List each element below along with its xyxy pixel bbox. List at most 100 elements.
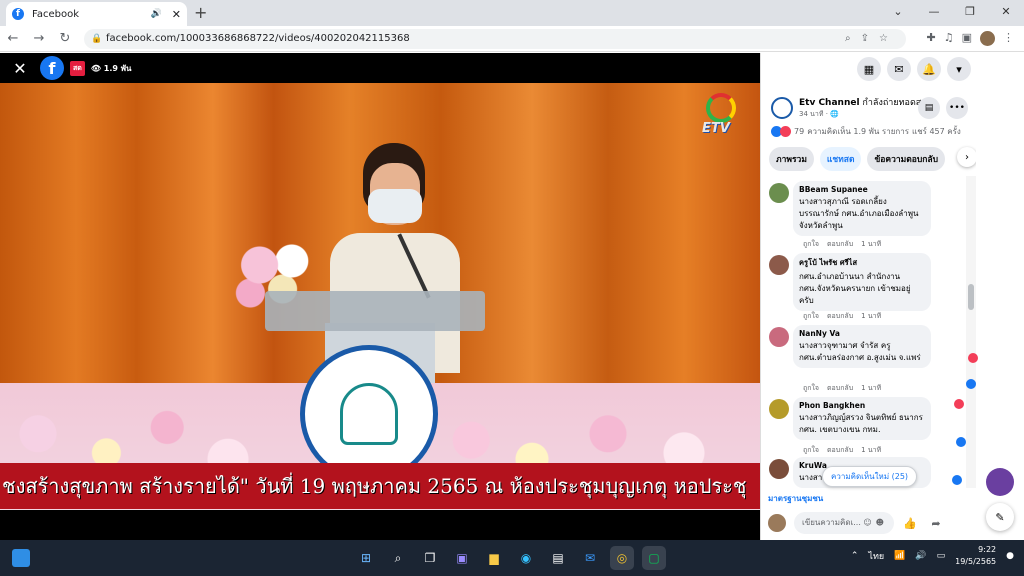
input-language[interactable]: ไทย [868, 549, 884, 563]
like-link[interactable]: ถูกใจ [803, 240, 819, 248]
like-thumb-icon[interactable]: 👍 [900, 517, 920, 530]
bookmark-star-icon[interactable]: ☆ [879, 33, 898, 44]
reply-link[interactable]: ตอบกลับ [827, 240, 853, 248]
back-arrow-icon[interactable]: ← [0, 31, 26, 46]
maximize-button[interactable]: ❐ [952, 0, 988, 26]
side-panel-icon[interactable]: ▣ [962, 31, 972, 46]
close-video-icon[interactable]: ✕ [0, 59, 40, 78]
taskbar-apps: ⊞ ⌕ ❐ ▣ ▆ ◉ ▤ ✉ ◎ ▢ [354, 546, 666, 570]
facebook-top-actions: ▦ ✉ 🔔 ▾ [761, 53, 977, 85]
save-icon[interactable]: ▤ [918, 97, 940, 119]
clock-date: 19/5/2565 [955, 557, 997, 566]
teams-chat-icon[interactable]: ▣ [450, 546, 474, 570]
comments-scrollbar[interactable] [966, 176, 976, 488]
commenter-avatar[interactable] [769, 327, 789, 347]
comment-time[interactable]: 1 นาที [861, 312, 881, 320]
chrome-icon[interactable]: ◎ [610, 546, 634, 570]
zoom-icon[interactable]: ⌕ [845, 33, 861, 44]
tab-overview[interactable]: ภาพรวม [769, 147, 814, 171]
file-explorer-icon[interactable]: ▆ [482, 546, 506, 570]
more-options-icon[interactable]: ••• [946, 97, 968, 119]
video-player[interactable]: ✕ f สด 👁 1.9 พัน ETV ชงสร้างสุขภาพ สร้าง… [0, 53, 760, 540]
menu-grid-icon[interactable]: ▦ [857, 57, 881, 81]
reply-link[interactable]: ตอบกลับ [827, 312, 853, 320]
commenter-avatar[interactable] [769, 399, 789, 419]
comment-count[interactable]: ความคิดเห็น 1.9 พัน รายการ [807, 125, 909, 138]
comment-time[interactable]: 1 นาที [861, 240, 881, 248]
notifications-bell-icon[interactable]: 🔔 [917, 57, 941, 81]
reply-link[interactable]: ตอบกลับ [827, 446, 853, 454]
profile-avatar[interactable] [980, 31, 995, 46]
live-badge: สด [70, 60, 85, 76]
forward-arrow-icon[interactable]: → [26, 31, 52, 46]
commenter-avatar[interactable] [769, 183, 789, 203]
video-frame[interactable]: ETV ชงสร้างสุขภาพ สร้างรายได้" วันที่ 19… [0, 83, 760, 510]
mail-icon[interactable]: ✉ [578, 546, 602, 570]
commenter-name[interactable]: Phon Bangkhen [799, 401, 925, 410]
view-count: 👁 1.9 พัน [91, 62, 132, 75]
speaker-icon[interactable]: 🔊 [151, 9, 162, 19]
like-link[interactable]: ถูกใจ [803, 446, 819, 454]
community-standards-link[interactable]: มาตรฐานชุมชน [768, 492, 823, 505]
like-link[interactable]: ถูกใจ [803, 312, 819, 320]
news-ticker: ชงสร้างสุขภาพ สร้างรายได้" วันที่ 19 พฤษ… [0, 463, 760, 509]
reaction-count[interactable]: 79 [794, 127, 804, 136]
extensions-puzzle-icon[interactable]: ✚ [927, 31, 936, 46]
reply-link[interactable]: ตอบกลับ [827, 384, 853, 392]
widgets-icon[interactable] [12, 549, 30, 567]
comment-time[interactable]: 1 นาที [861, 446, 881, 454]
commenter-avatar[interactable] [769, 459, 789, 479]
commenter-name[interactable]: NanNy Va [799, 329, 925, 338]
commenter-avatar[interactable] [769, 255, 789, 275]
scrollbar-thumb[interactable] [968, 284, 974, 310]
comment-bubble: NanNy Va นางสาวจุฑามาศ จำรัส ครู กศน.ตำบ… [793, 325, 931, 368]
windows-taskbar: ⊞ ⌕ ❐ ▣ ▆ ◉ ▤ ✉ ◎ ▢ ⌃ ไทย 📶 🔊 ▭ 9:22 19/… [0, 540, 1024, 576]
system-clock[interactable]: 9:22 19/5/2565 [955, 544, 996, 568]
store-icon[interactable]: ▤ [546, 546, 570, 570]
tabs-next-chevron-icon[interactable]: › [957, 147, 977, 167]
page-name[interactable]: Etv Channel [799, 98, 860, 108]
edge-browser-icon[interactable]: ◉ [514, 546, 538, 570]
close-window-button[interactable]: ✕ [988, 0, 1024, 26]
comment-time[interactable]: 1 นาที [861, 384, 881, 392]
floating-reactions-area [952, 53, 1024, 540]
address-bar[interactable]: 🔒 facebook.com/100033686868722/videos/40… [84, 29, 906, 49]
like-link[interactable]: ถูกใจ [803, 384, 819, 392]
commenter-name[interactable]: ครูโบ้ ไพรัช ศรีไส [799, 257, 925, 269]
battery-icon[interactable]: ▭ [937, 551, 946, 561]
tab-close-icon[interactable]: ✕ [172, 8, 181, 21]
share-icon[interactable]: ⇪ [861, 33, 879, 44]
emoji-sticker-icons[interactable]: ☺☻ [863, 512, 888, 534]
commenter-name[interactable]: BBeam Supanee [799, 185, 925, 194]
search-icon[interactable]: ⌕ [386, 546, 410, 570]
tab-live-chat[interactable]: แชทสด [819, 147, 862, 171]
notification-badge-icon[interactable]: ● [1006, 551, 1014, 561]
account-chevron-icon[interactable]: ▾ [947, 57, 971, 81]
line-app-icon[interactable]: ▢ [642, 546, 666, 570]
reload-icon[interactable]: ↻ [52, 31, 78, 46]
menu-kebab-icon[interactable]: ⋮ [1003, 31, 1014, 46]
volume-icon[interactable]: 🔊 [915, 551, 926, 561]
messenger-icon[interactable]: ✉ [887, 57, 911, 81]
new-comments-button[interactable]: ความคิดเห็นใหม่ (25) [822, 466, 918, 487]
facebook-logo-icon[interactable]: f [40, 56, 64, 80]
task-view-icon[interactable]: ❐ [418, 546, 442, 570]
page-avatar[interactable] [771, 96, 793, 119]
tab-search-icon[interactable]: ⌄ [880, 0, 916, 26]
lock-icon[interactable]: 🔒 [91, 29, 102, 49]
start-windows-icon[interactable]: ⊞ [354, 546, 378, 570]
share-arrow-icon[interactable]: ➦ [926, 517, 946, 530]
comment-input[interactable]: เขียนความคิดเ... ☺☻ [794, 512, 894, 534]
share-count[interactable]: แชร์ 457 ครั้ง [912, 125, 961, 138]
url-text: facebook.com/100033686868722/videos/4002… [106, 33, 410, 44]
media-control-icon[interactable]: ♫ [944, 31, 954, 46]
new-message-edit-icon[interactable]: ✎ [986, 503, 1014, 531]
new-tab-button[interactable]: + [194, 3, 207, 22]
address-bar-actions: ⌕⇪☆ [845, 29, 898, 49]
tab-replies[interactable]: ข้อความตอบกลับ [867, 147, 946, 171]
messenger-chat-bubble[interactable] [986, 468, 1014, 496]
minimize-button[interactable]: — [916, 0, 952, 26]
browser-tab-facebook[interactable]: f Facebook 🔊 ✕ [6, 2, 187, 26]
tray-chevron-icon[interactable]: ⌃ [851, 551, 859, 561]
wifi-icon[interactable]: 📶 [894, 551, 905, 561]
